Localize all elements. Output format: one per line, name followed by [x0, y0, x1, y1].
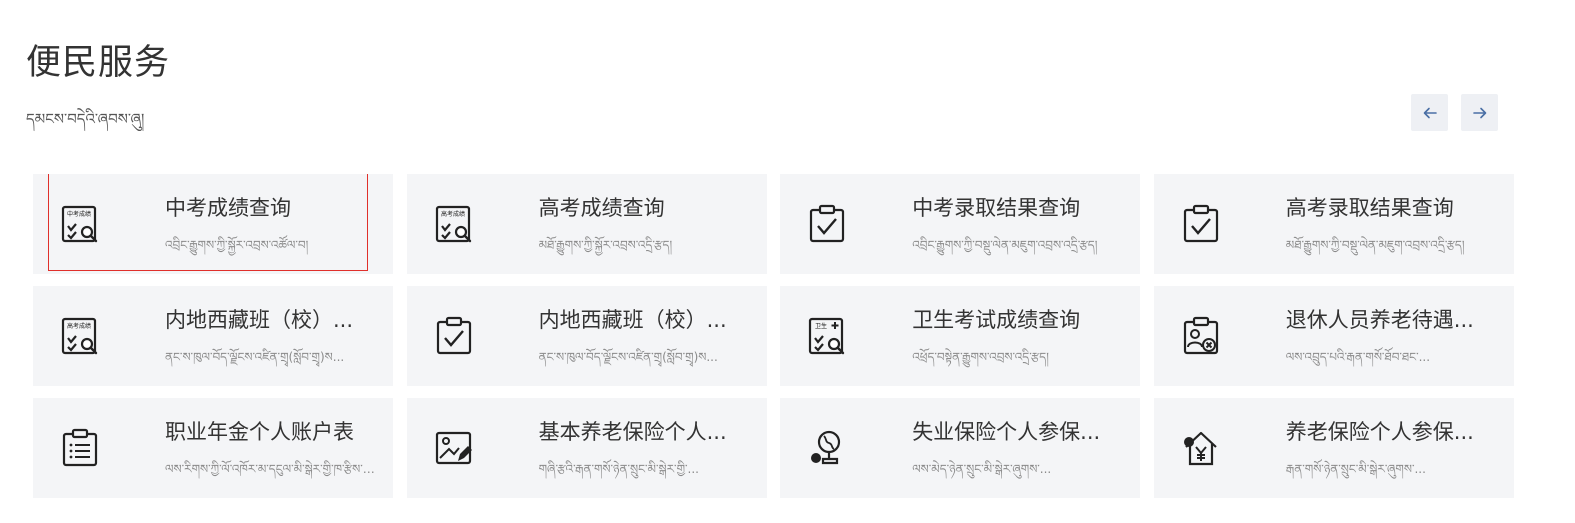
service-grid: 中考成绩 中考成绩查询 འབྲིང་རྒྱུགས་ཀྱི་སྐྱོར་འབྲས་…: [33, 174, 1514, 498]
exam-score-search-icon: 高考成绩: [433, 203, 475, 245]
service-title: 卫生考试成绩查询: [912, 308, 1081, 332]
service-title: 退休人员养老待遇...: [1285, 308, 1474, 332]
service-subtitle: གཞི་རྩའི་རྒན་གསོ་ཉེན་སྲུང་མི་སྒེར་གྱི་..…: [538, 462, 699, 476]
service-card-tibet-class-admission[interactable]: 内地西藏班（校）... ནང་ས་ཁུལ་བོད་ལྗོངས་འཛིན་གྲྭ(…: [406, 286, 767, 386]
globe-person-icon: [806, 427, 848, 469]
exam-score-search-icon: 高考成绩: [59, 315, 101, 357]
service-subtitle: མཐོ་རྒྱུགས་ཀྱི་སྐྱོར་འབྲས་འདྲི་རྩད།: [538, 238, 673, 252]
service-card-pension-insurance[interactable]: 养老保险个人参保... རྒན་གསོ་ཉེན་སྲུང་མི་སྒེར་ཞུག…: [1153, 398, 1514, 498]
retiree-card-icon: [1180, 315, 1222, 357]
svg-text:卫生: 卫生: [815, 322, 827, 330]
service-card-occupational-annuity[interactable]: 职业年金个人账户表 ལས་རིགས་ཀྱི་ལོ་འཁོར་མ་དངུལ་མི་…: [33, 398, 393, 498]
service-subtitle: འཕྲོད་བསྟེན་རྒྱུགས་འབྲས་འདྲི་རྩད།: [912, 350, 1049, 364]
exam-score-search-icon: 中考成绩: [59, 203, 101, 245]
service-subtitle: མཐོ་རྒྱུགས་ཀྱི་བསྡུ་ལེན་མཇུག་འབྲས་འདྲི་ར…: [1285, 238, 1465, 252]
service-subtitle: འབྲིང་རྒྱུགས་ཀྱི་བསྡུ་ལེན་མཇུག་འབྲས་འདྲི…: [912, 238, 1098, 252]
clipboard-check-icon: [1180, 203, 1222, 245]
clipboard-check-icon: [433, 315, 475, 357]
page-title: 便民服务: [26, 43, 171, 83]
prev-button[interactable]: [1411, 94, 1448, 131]
service-subtitle: ལས་འབྲུད་པའི་རྒན་གསོ་ཐོབ་ཐང་...: [1285, 350, 1431, 364]
service-subtitle: ནང་ས་ཁུལ་བོད་ལྗོངས་འཛིན་གྲྭ(སློབ་གྲྭ)ས..…: [538, 350, 718, 364]
service-title: 中考成绩查询: [165, 196, 291, 220]
service-title: 失业保险个人参保...: [912, 420, 1101, 444]
service-title: 内地西藏班（校）...: [165, 308, 354, 332]
service-title: 高考成绩查询: [538, 196, 665, 220]
service-title: 基本养老保险个人...: [538, 420, 727, 444]
svg-text:高考成绩: 高考成绩: [441, 210, 465, 218]
service-subtitle: ནང་ས་ཁུལ་བོད་ལྗོངས་འཛིན་གྲྭ(སློབ་གྲྭ)ས..…: [165, 350, 345, 364]
image-edit-icon: [433, 427, 475, 469]
health-score-search-icon: 卫生: [806, 315, 848, 357]
next-button[interactable]: [1461, 94, 1498, 131]
service-card-gaokao-score[interactable]: 高考成绩 高考成绩查询 མཐོ་རྒྱུགས་ཀྱི་སྐྱོར་འབྲས་འད…: [406, 174, 767, 274]
service-card-unemployment-insurance[interactable]: 失业保险个人参保... ལས་མེད་ཉེན་སྲུང་མི་སྒེར་ཞུགས…: [780, 398, 1141, 498]
house-yuan-icon: [1180, 427, 1222, 469]
arrow-right-icon: [1472, 105, 1488, 121]
service-card-health-exam-score[interactable]: 卫生 卫生考试成绩查询 འཕྲོད་བསྟེན་རྒྱུགས་འབྲས་འདྲི…: [780, 286, 1141, 386]
list-clipboard-icon: [59, 427, 101, 469]
service-subtitle: འབྲིང་རྒྱུགས་ཀྱི་སྐྱོར་འབྲས་འཚོལ་བ།: [165, 238, 309, 252]
service-title: 内地西藏班（校）...: [538, 308, 727, 332]
service-title: 高考录取结果查询: [1285, 196, 1454, 220]
svg-text:中考成绩: 中考成绩: [67, 210, 91, 218]
service-title: 职业年金个人账户表: [165, 420, 354, 444]
service-subtitle: ལས་རིགས་ཀྱི་ལོ་འཁོར་མ་དངུལ་མི་སྒེར་གྱི་ཁ…: [165, 462, 377, 476]
service-card-tibet-class-score[interactable]: 高考成绩 内地西藏班（校）... ནང་ས་ཁུལ་བོད་ལྗོངས་འཛིན…: [33, 286, 393, 386]
service-card-gaokao-admission[interactable]: 高考录取结果查询 མཐོ་རྒྱུགས་ཀྱི་བསྡུ་ལེན་མཇུག་འབ…: [1153, 174, 1514, 274]
service-card-zhongkao-score[interactable]: 中考成绩 中考成绩查询 འབྲིང་རྒྱུགས་ཀྱི་སྐྱོར་འབྲས་…: [33, 174, 393, 274]
service-card-retiree-pension[interactable]: 退休人员养老待遇... ལས་འབྲུད་པའི་རྒན་གསོ་ཐོབ་ཐང་…: [1153, 286, 1514, 386]
service-title: 养老保险个人参保...: [1285, 420, 1474, 444]
service-subtitle: ལས་མེད་ཉེན་སྲུང་མི་སྒེར་ཞུགས་...: [912, 462, 1052, 476]
arrow-left-icon: [1422, 105, 1438, 121]
service-card-zhongkao-admission[interactable]: 中考录取结果查询 འབྲིང་རྒྱུགས་ཀྱི་བསྡུ་ལེན་མཇུག་…: [780, 174, 1141, 274]
service-title: 中考录取结果查询: [912, 196, 1081, 220]
clipboard-check-icon: [806, 203, 848, 245]
service-card-basic-pension[interactable]: 基本养老保险个人... གཞི་རྩའི་རྒན་གསོ་ཉེན་སྲུང་མི…: [406, 398, 767, 498]
svg-text:高考成绩: 高考成绩: [67, 322, 91, 330]
service-subtitle: རྒན་གསོ་ཉེན་སྲུང་མི་སྒེར་ཞུགས་...: [1285, 462, 1426, 476]
page-subtitle: དམངས་བདེའི་ཞབས་ཞུ།: [26, 110, 145, 128]
